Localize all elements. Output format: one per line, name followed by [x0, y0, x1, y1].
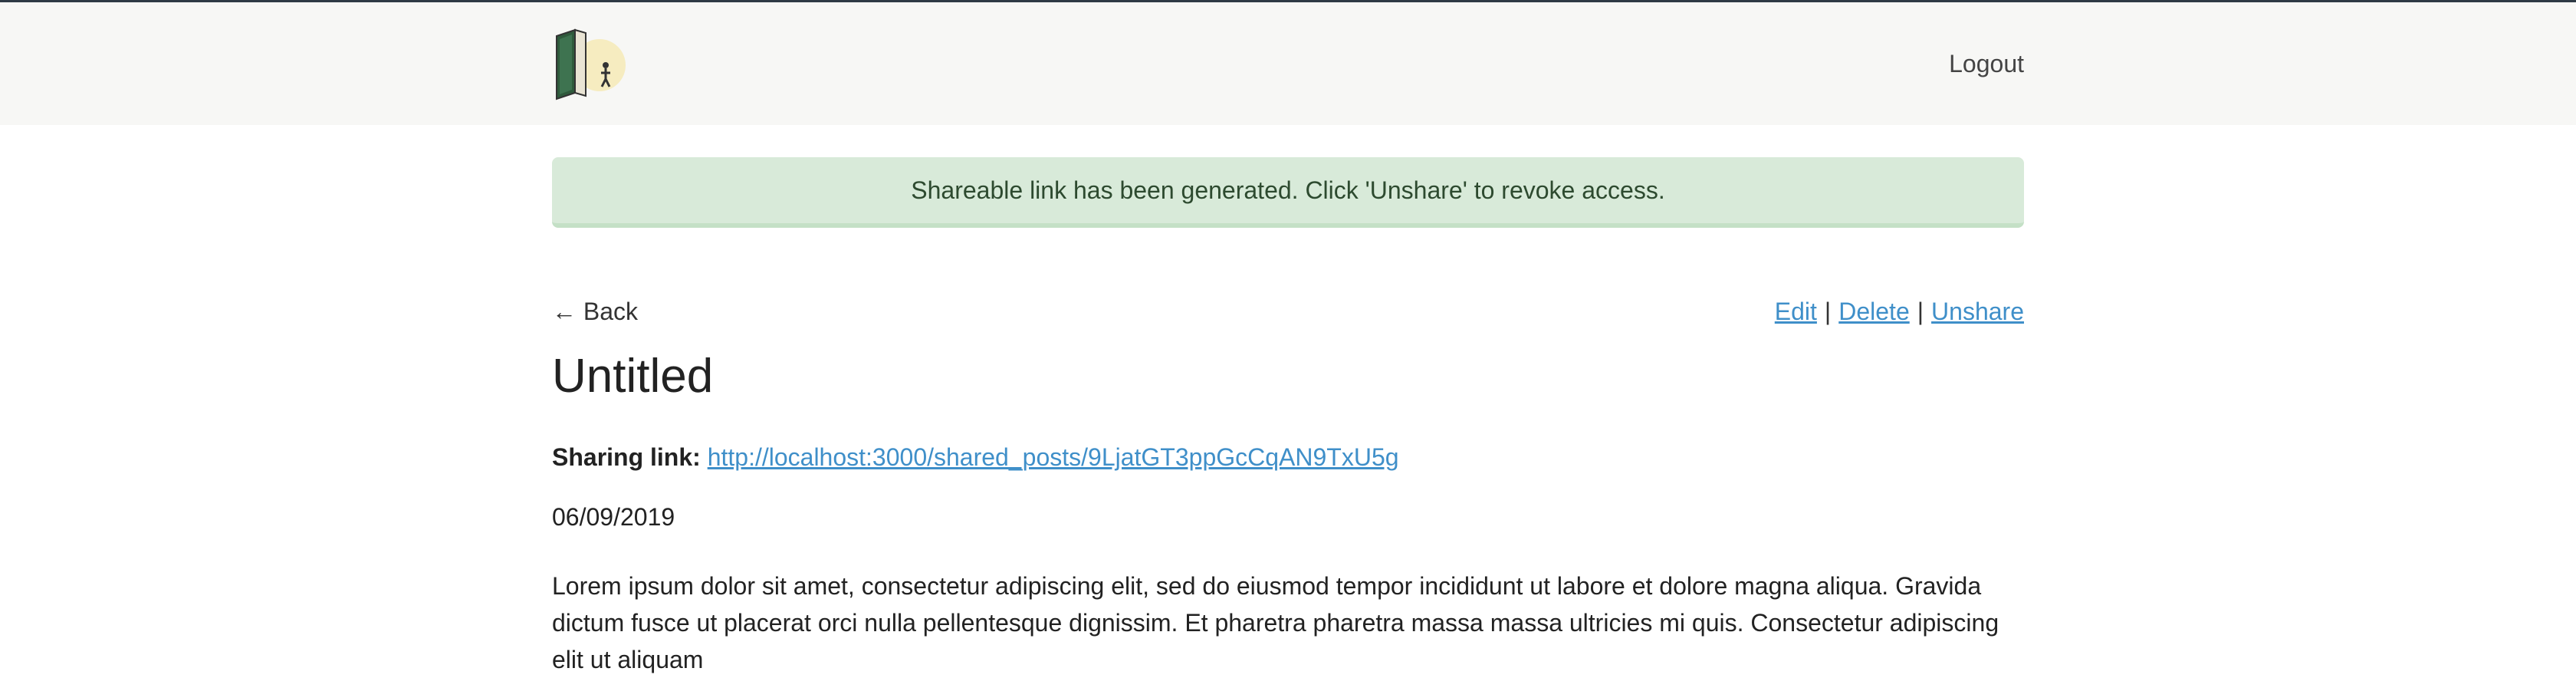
alert-message: Shareable link has been generated. Click… — [911, 176, 1665, 204]
logout-link[interactable]: Logout — [1949, 50, 2024, 78]
sharing-label: Sharing link: — [552, 443, 701, 471]
post-date: 06/09/2019 — [552, 503, 675, 531]
separator: | — [1824, 298, 1832, 325]
edit-link[interactable]: Edit — [1775, 298, 1817, 325]
post-actions: Edit | Delete | Unshare — [1775, 298, 2024, 326]
sharing-url-link[interactable]: http://localhost:3000/shared_posts/9Ljat… — [708, 443, 1399, 471]
post-body: Lorem ipsum dolor sit amet, consectetur … — [552, 572, 1999, 673]
navbar: Logout — [0, 2, 2576, 125]
sharing-row: Sharing link: http://localhost:3000/shar… — [552, 443, 1399, 472]
book-door-logo-icon[interactable] — [552, 25, 626, 100]
unshare-link[interactable]: Unshare — [1931, 298, 2024, 325]
delete-link[interactable]: Delete — [1838, 298, 1910, 325]
separator: | — [1917, 298, 1924, 325]
back-link[interactable]: ← Back — [552, 298, 638, 326]
success-alert: Shareable link has been generated. Click… — [552, 157, 2024, 228]
post-title: Untitled — [552, 350, 714, 403]
